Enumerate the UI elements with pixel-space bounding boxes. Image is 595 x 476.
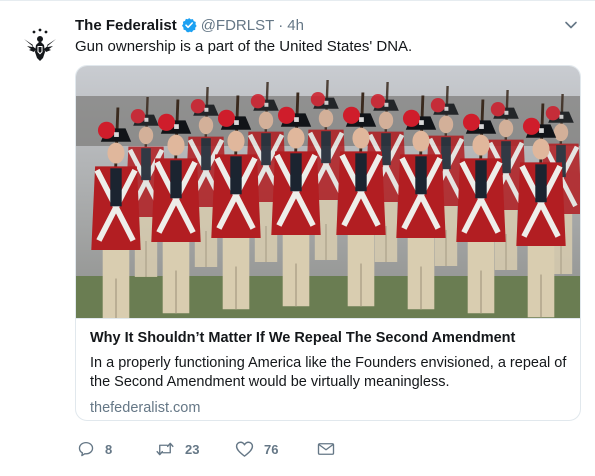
card-description: In a properly functioning America like t… [90, 355, 567, 390]
redcoat-reenactors-photo [76, 66, 580, 318]
envelope-icon [317, 443, 335, 455]
retweet-count: 23 [185, 441, 200, 457]
like-count: 76 [264, 441, 279, 457]
eagle-logo-icon [24, 28, 56, 61]
user-handle[interactable]: @FDRLST [201, 17, 275, 34]
direct-message-button[interactable] [317, 437, 335, 461]
reply-button[interactable]: 8 [77, 437, 112, 461]
avatar[interactable] [18, 23, 62, 67]
separator-dot: · [278, 16, 284, 34]
tweet[interactable]: The Federalist @FDRLST · 4h Gun ownershi… [0, 0, 595, 476]
display-name[interactable]: The Federalist [75, 17, 177, 34]
card-title[interactable]: Why It Shouldn’t Matter If We Repeal The… [90, 329, 566, 348]
chevron-down-icon[interactable] [563, 17, 579, 33]
verified-badge-icon [181, 17, 197, 33]
timestamp[interactable]: 4h [287, 17, 304, 34]
tweet-text: Gun ownership is a part of the United St… [75, 38, 413, 55]
link-card[interactable]: Why It Shouldn’t Matter If We Repeal The… [75, 65, 581, 421]
retweet-button[interactable]: 23 [155, 437, 199, 461]
tweet-header: The Federalist @FDRLST · 4h [75, 15, 304, 35]
heart-icon [235, 441, 254, 457]
card-domain: thefederalist.com [90, 400, 201, 416]
retweet-icon [156, 442, 174, 456]
like-button[interactable]: 76 [235, 437, 278, 461]
action-bar: 8 23 76 [75, 437, 375, 461]
reply-icon [78, 441, 94, 457]
card-body: Why It Shouldn’t Matter If We Repeal The… [76, 318, 580, 420]
reply-count: 8 [105, 441, 113, 457]
